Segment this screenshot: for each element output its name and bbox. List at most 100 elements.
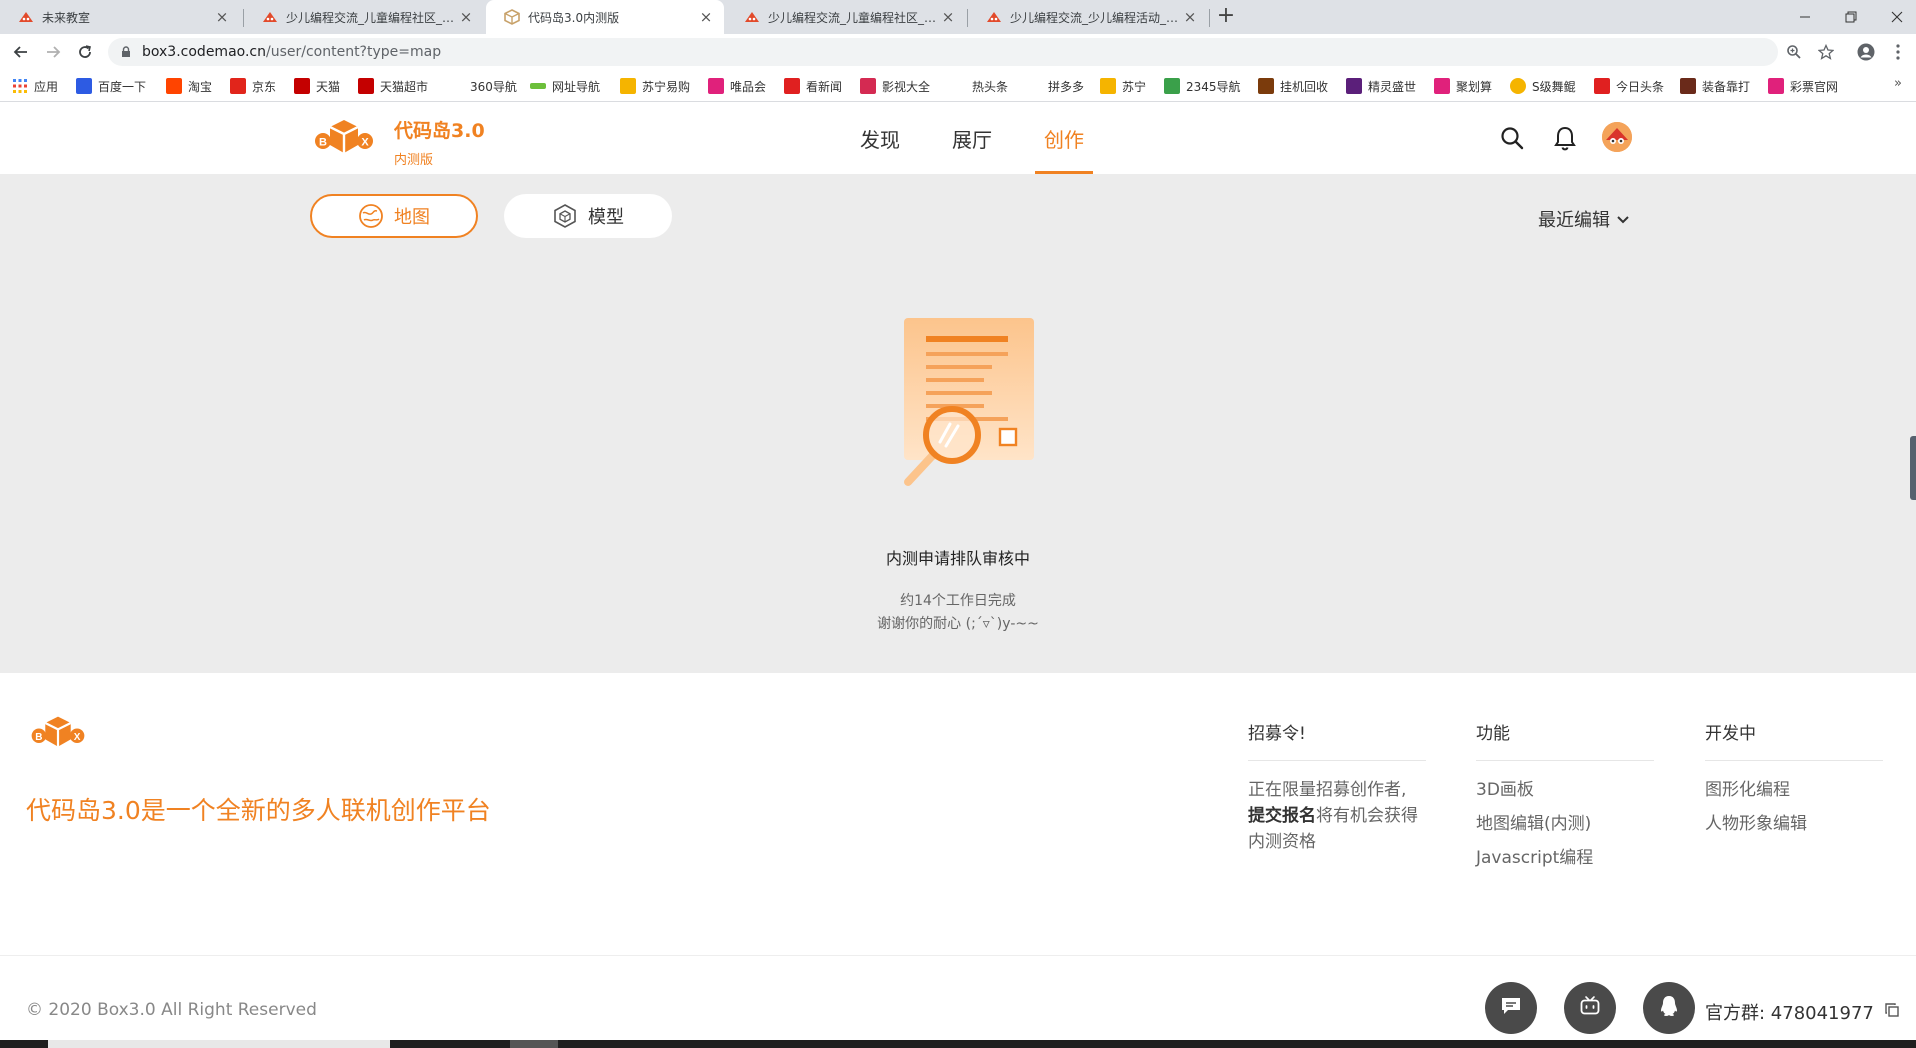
bookmark-star-icon[interactable] <box>1816 42 1836 62</box>
bookmark-item[interactable]: 拼多多 <box>1048 76 1084 96</box>
bookmark-item[interactable]: 天猫超市 <box>358 76 428 96</box>
chat-button[interactable] <box>1485 982 1537 1034</box>
bookmark-item[interactable]: S级舞鲲 <box>1510 76 1576 96</box>
svg-text:X: X <box>361 137 369 149</box>
bookmark-apps[interactable]: 应用 <box>12 76 58 96</box>
bookmark-item[interactable]: 淘宝 <box>166 76 212 96</box>
close-tab-icon[interactable]: × <box>698 8 714 26</box>
url-path: /user/content?type=map <box>265 44 442 60</box>
bell-icon[interactable] <box>1551 124 1579 152</box>
bookmark-favicon-icon <box>294 78 310 94</box>
back-arrow-icon[interactable] <box>8 40 34 64</box>
bilibili-tv-icon <box>1579 995 1601 1021</box>
forward-arrow-icon[interactable] <box>40 40 66 64</box>
site-footer: B X 代码岛3.0是一个全新的多人联机创作平台 招募令! 正在限量招募创作者,… <box>0 673 1916 1048</box>
footer-features-heading: 功能 <box>1476 719 1654 761</box>
new-tab-button[interactable]: + <box>1214 5 1238 29</box>
bookmark-item[interactable]: 苏宁易购 <box>620 76 690 96</box>
close-tab-icon[interactable]: × <box>940 8 956 26</box>
bookmark-item[interactable]: 看新闻 <box>784 76 842 96</box>
bookmarks-bar: 应用 百度一下 淘宝 京东 天猫 天猫超市 360导航 网址导航 苏宁易购 唯品… <box>0 70 1916 102</box>
footer-tagline: 代码岛3.0是一个全新的多人联机创作平台 <box>26 796 491 825</box>
lock-icon <box>120 46 132 58</box>
qq-group-text: 官方群: 478041977 <box>1705 1003 1874 1024</box>
official-qq-group: 官方群: 478041977 <box>1705 999 1900 1025</box>
footer-link-3d-canvas[interactable]: 3D画板 <box>1476 777 1654 803</box>
close-tab-icon[interactable]: × <box>1182 8 1198 26</box>
bookmark-item[interactable]: 京东 <box>230 76 276 96</box>
bookmarks-overflow-icon[interactable]: » <box>1894 76 1902 91</box>
footer-link-visual-programming[interactable]: 图形化编程 <box>1705 777 1883 803</box>
bookmark-favicon-icon <box>76 78 92 94</box>
bookmark-item[interactable]: 唯品会 <box>708 76 766 96</box>
bookmark-item[interactable]: 聚划算 <box>1434 76 1492 96</box>
footer-link-avatar-editor[interactable]: 人物形象编辑 <box>1705 811 1883 837</box>
footer-link-javascript[interactable]: Javascript编程 <box>1476 845 1654 871</box>
bookmark-favicon-icon <box>784 78 800 94</box>
close-tab-icon[interactable]: × <box>214 8 230 26</box>
browser-tab-active[interactable]: 代码岛3.0内测版 × <box>486 0 724 34</box>
footer-divider <box>0 955 1916 956</box>
user-avatar[interactable] <box>1602 122 1632 152</box>
copyright-text: © 2020 Box3.0 All Right Reserved <box>26 1000 317 1020</box>
taskbar-segment <box>48 1040 390 1048</box>
codemao-favicon-icon <box>744 9 760 25</box>
qq-penguin-icon <box>1658 994 1680 1022</box>
svg-text:X: X <box>74 732 81 743</box>
bookmark-item[interactable]: 彩票官网 <box>1768 76 1838 96</box>
box3-footer-logo-icon: B X <box>26 713 90 753</box>
tab-map-label: 地图 <box>394 207 430 228</box>
chevron-down-icon <box>1616 209 1630 230</box>
chat-bubble-icon <box>1500 995 1522 1021</box>
review-status-title: 内测申请排队审核中 <box>885 549 1030 568</box>
tab-model[interactable]: 模型 <box>504 194 672 238</box>
bookmark-item[interactable]: 天猫 <box>294 76 340 96</box>
bookmark-item[interactable]: 热头条 <box>972 76 1008 96</box>
close-window-icon[interactable] <box>1868 0 1916 34</box>
bookmark-favicon-icon <box>1594 78 1610 94</box>
footer-link-map-editor[interactable]: 地图编辑(内测) <box>1476 811 1654 837</box>
sort-dropdown[interactable]: 最近编辑 <box>1538 206 1630 232</box>
nav-create[interactable]: 创作 <box>1035 102 1093 174</box>
bookmark-item[interactable]: 网址导航 <box>530 76 600 96</box>
bookmark-favicon-icon <box>1510 78 1526 94</box>
bookmark-item[interactable]: 今日头条 <box>1594 76 1664 96</box>
bookmark-favicon-icon <box>230 78 246 94</box>
browser-tab[interactable]: 未来教室 × <box>0 0 240 34</box>
browser-toolbar: box3.codemao.cn/user/content?type=map <box>0 34 1916 70</box>
search-icon[interactable] <box>1498 124 1526 152</box>
bookmark-item[interactable]: 挂机回收 <box>1258 76 1328 96</box>
nav-discover[interactable]: 发现 <box>852 102 908 174</box>
bookmark-item[interactable]: 影视大全 <box>860 76 930 96</box>
footer-recruit-column: 招募令! 正在限量招募创作者, 提交报名将有机会获得内测资格 <box>1248 719 1426 855</box>
bookmark-item[interactable]: 2345导航 <box>1164 76 1241 96</box>
zoom-icon[interactable] <box>1784 42 1804 62</box>
browser-menu-icon[interactable] <box>1888 42 1908 62</box>
tab-map[interactable]: 地图 <box>310 194 478 238</box>
bookmark-item[interactable]: 精灵盛世 <box>1346 76 1416 96</box>
side-drawer-handle[interactable] <box>1910 436 1916 500</box>
bookmark-item[interactable]: 装备靠打 <box>1680 76 1750 96</box>
browser-tab[interactable]: 少儿编程交流_儿童编程社区_scr × <box>244 0 484 34</box>
profile-icon[interactable] <box>1856 42 1876 62</box>
bilibili-button[interactable] <box>1564 982 1616 1034</box>
box3-logo-icon[interactable]: B X <box>312 116 376 160</box>
copy-icon[interactable] <box>1884 1002 1900 1023</box>
bookmark-favicon-icon <box>708 78 724 94</box>
bookmark-favicon-icon <box>1100 78 1116 94</box>
bookmark-item[interactable]: 苏宁 <box>1100 76 1146 96</box>
close-tab-icon[interactable]: × <box>458 8 474 26</box>
apps-grid-icon <box>12 78 28 94</box>
qq-button[interactable] <box>1643 982 1695 1034</box>
browser-tab[interactable]: 少儿编程交流_儿童编程社区_scr × <box>726 0 966 34</box>
bookmark-favicon-icon <box>1258 78 1274 94</box>
address-bar[interactable]: box3.codemao.cn/user/content?type=map <box>108 38 1778 66</box>
bookmark-item[interactable]: 百度一下 <box>76 76 146 96</box>
bookmark-item[interactable]: 360导航 <box>470 76 517 96</box>
brand[interactable]: 代码岛3.0 内测版 <box>394 116 485 168</box>
submit-signup-link[interactable]: 提交报名 <box>1248 806 1316 826</box>
cube-icon <box>552 203 578 229</box>
browser-tab[interactable]: 少儿编程交流_少儿编程活动_scr × <box>968 0 1208 34</box>
nav-gallery[interactable]: 展厅 <box>944 102 1000 174</box>
reload-icon[interactable] <box>72 40 98 64</box>
